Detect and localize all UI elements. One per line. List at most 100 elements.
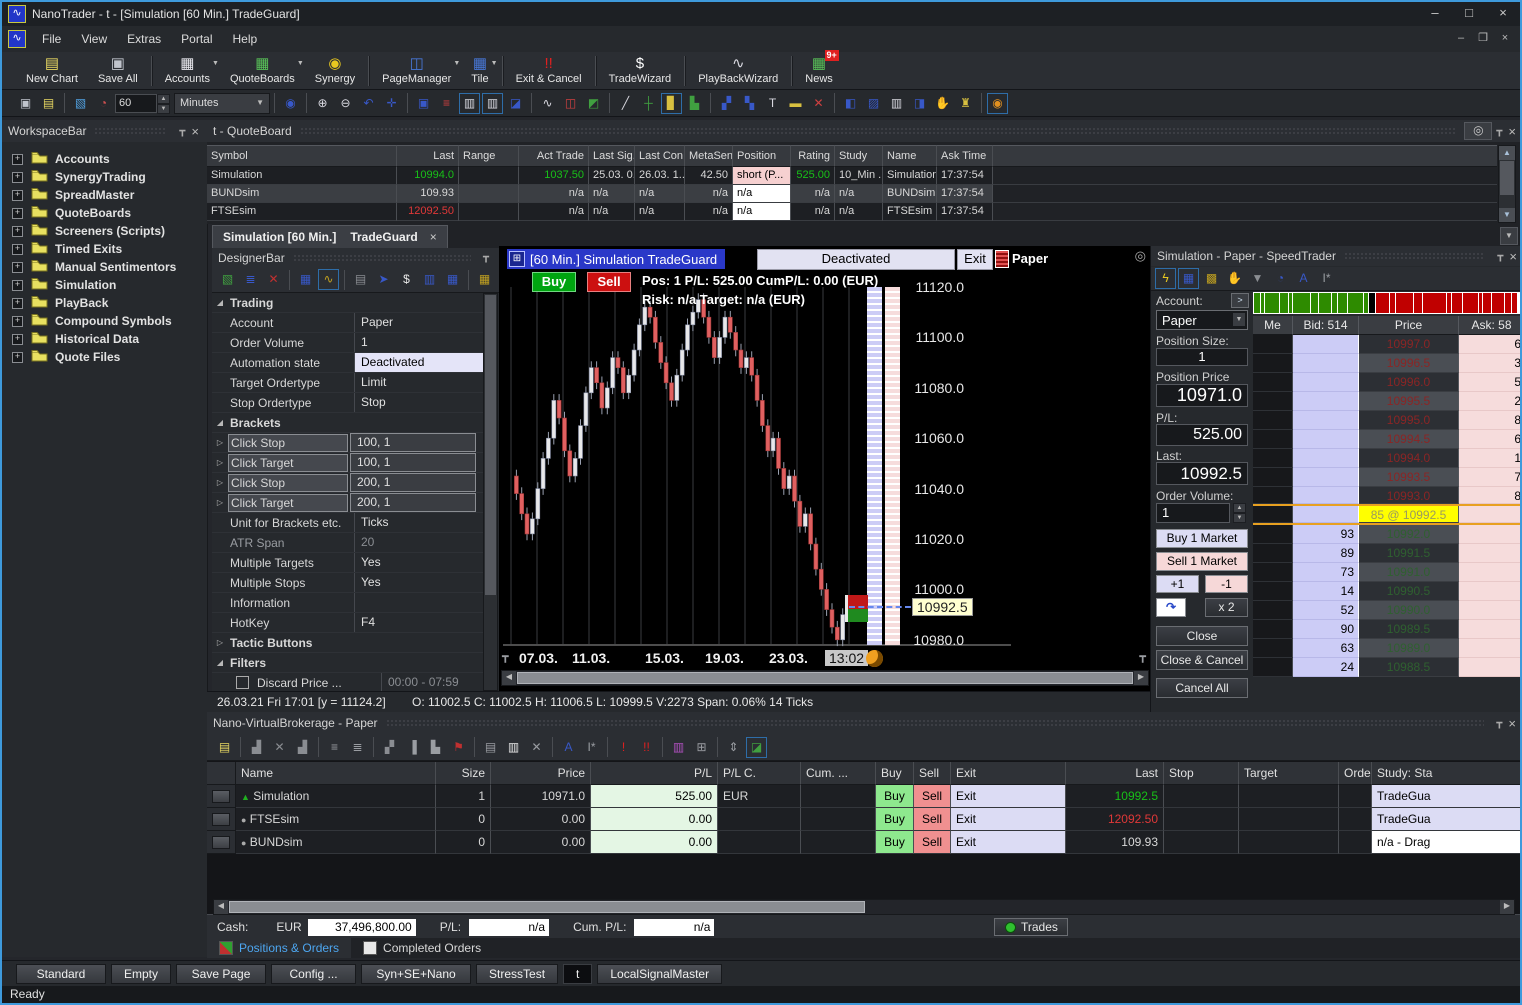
ladder-row[interactable]: 2410988.5 xyxy=(1253,658,1522,677)
panel-right-icon[interactable]: ◨ xyxy=(909,93,930,114)
bid-size-cell[interactable] xyxy=(1293,373,1359,392)
ladder-row[interactable]: 6310989.0 xyxy=(1253,639,1522,658)
chevron-down-icon[interactable]: ▼ xyxy=(297,60,304,67)
drag-area[interactable] xyxy=(293,254,471,262)
page-tab-empty[interactable]: Empty xyxy=(111,964,171,984)
strategy-icon[interactable]: ▞ xyxy=(379,737,400,758)
y-axis-icon[interactable]: ▥ xyxy=(482,93,503,114)
ladder-row[interactable]: 10997.06 xyxy=(1253,335,1522,354)
column-header-buy[interactable]: Buy xyxy=(876,762,914,785)
filter-chart-icon[interactable]: ◪ xyxy=(746,737,767,758)
price-cell[interactable]: 10989.0 xyxy=(1359,639,1459,658)
scroll-right-icon[interactable]: ▶ xyxy=(1134,671,1148,685)
text-icon[interactable]: T xyxy=(762,93,783,114)
page-tab-localsignalmaster[interactable]: LocalSignalMaster xyxy=(597,964,722,984)
property-row-account[interactable]: AccountPaper xyxy=(212,313,484,333)
column-header-p-l[interactable]: P/L xyxy=(591,762,718,785)
expand-plus-icon[interactable]: + xyxy=(12,172,23,183)
column-header-symbol[interactable]: Symbol xyxy=(207,145,397,167)
sell-market-button[interactable]: Sell 1 Market xyxy=(1156,552,1248,571)
bid-size-cell[interactable] xyxy=(1293,449,1359,468)
bid-size-cell[interactable] xyxy=(1293,468,1359,487)
expand-arrow-icon[interactable]: ▷ xyxy=(212,498,228,507)
table-icon[interactable]: ▦ xyxy=(442,269,463,290)
cell[interactable]: Buy xyxy=(876,785,914,808)
drag-area[interactable] xyxy=(94,127,167,135)
menu-file[interactable]: File xyxy=(32,28,71,50)
arrow-down-icon[interactable]: ▼ xyxy=(1247,268,1268,289)
ask-size-cell[interactable]: 3 xyxy=(1459,354,1522,373)
bid-size-cell[interactable] xyxy=(1293,354,1359,373)
account-select[interactable]: Paper ▼ xyxy=(1156,310,1248,330)
delete-x-icon[interactable]: ✕ xyxy=(526,737,547,758)
expand-plus-icon[interactable]: + xyxy=(12,244,23,255)
bid-size-cell[interactable]: 63 xyxy=(1293,639,1359,658)
column-header-act-trade[interactable]: Act Trade xyxy=(519,145,589,167)
position-size-field[interactable]: 1 xyxy=(1156,348,1248,366)
minimize-button[interactable]: – xyxy=(1418,3,1452,25)
ladder-row[interactable]: 9010989.5 xyxy=(1253,620,1522,639)
me-cell[interactable] xyxy=(1253,487,1293,504)
flash-icon[interactable]: ϟ xyxy=(1155,268,1176,289)
ask-size-cell[interactable]: 8 xyxy=(1459,411,1522,430)
ask-size-cell[interactable]: 8 xyxy=(1459,487,1522,504)
price-cell[interactable]: 10993.5 xyxy=(1359,468,1459,487)
ask-size-cell[interactable] xyxy=(1459,639,1522,658)
cell[interactable]: Exit xyxy=(951,831,1066,854)
property-row-brackets[interactable]: ◢Brackets xyxy=(212,413,484,433)
workspace-item-screeners-scripts-[interactable]: +Screeners (Scripts) xyxy=(2,222,207,240)
draw-down-icon[interactable]: ▚ xyxy=(739,93,760,114)
me-cell[interactable] xyxy=(1253,563,1293,582)
property-row-click-target[interactable]: ▷Click Target100, 1 xyxy=(212,453,484,473)
list-icon[interactable]: ≣ xyxy=(240,269,261,290)
ladder-row[interactable]: 10993.57 xyxy=(1253,468,1522,487)
property-value[interactable] xyxy=(354,593,484,612)
tab-simulation-tradeguard[interactable]: Simulation [60 Min.] TradeGuard × xyxy=(212,225,448,248)
keyboard-icon[interactable]: ▩ xyxy=(1201,268,1222,289)
page-tab-standard[interactable]: Standard xyxy=(16,964,106,984)
me-cell[interactable] xyxy=(1253,392,1293,411)
column-header-cum-[interactable]: Cum. ... xyxy=(801,762,876,785)
property-row-order-volume[interactable]: Order Volume1 xyxy=(212,333,484,353)
expand-arrow-icon[interactable]: ▷ xyxy=(212,458,228,467)
property-row-atr-span[interactable]: ATR Span20 xyxy=(212,533,484,553)
mdi-restore-button[interactable]: ❐ xyxy=(1472,30,1494,48)
column-header-last[interactable]: Last xyxy=(1066,762,1164,785)
menu-view[interactable]: View xyxy=(71,28,117,50)
minus-one-button[interactable]: -1 xyxy=(1205,575,1248,593)
page-tab-t[interactable]: t xyxy=(563,964,592,984)
tab-completed-orders[interactable]: Completed Orders xyxy=(351,938,493,958)
ladder-row[interactable]: 9310992.0 xyxy=(1253,525,1522,544)
expand-arrow-icon[interactable]: ▷ xyxy=(212,438,228,447)
expand-plus-icon[interactable]: + xyxy=(12,316,23,327)
sell-button[interactable]: Sell xyxy=(587,272,631,292)
bid-size-cell[interactable]: 14 xyxy=(1293,582,1359,601)
zoom-out-icon[interactable]: ⊖ xyxy=(335,93,356,114)
column-header-study[interactable]: Study xyxy=(835,145,883,167)
property-row-hotkey[interactable]: HotKeyF4 xyxy=(212,613,484,633)
close-icon[interactable]: × xyxy=(1509,249,1517,264)
workspace-item-timed-exits[interactable]: +Timed Exits xyxy=(2,240,207,258)
workspace-item-historical-data[interactable]: +Historical Data xyxy=(2,330,207,348)
mdi-minimize-button[interactable]: – xyxy=(1450,30,1472,48)
property-row-discard-price-[interactable]: Discard Price ...00:00 - 07:59 xyxy=(212,673,484,691)
property-value[interactable]: Limit xyxy=(354,373,484,392)
bid-size-cell[interactable] xyxy=(1293,430,1359,449)
chevron-down-icon[interactable]: ▼ xyxy=(212,60,219,67)
me-cell[interactable] xyxy=(1253,430,1293,449)
ask-size-cell[interactable] xyxy=(1459,544,1522,563)
pin-icon[interactable]: ┳ xyxy=(483,252,489,263)
alarm-icon[interactable]: ◉ xyxy=(280,93,301,114)
column-header-metasen-[interactable]: MetaSen... xyxy=(685,145,733,167)
workspace-item-quote-files[interactable]: +Quote Files xyxy=(2,348,207,366)
candlestick-chart[interactable] xyxy=(499,246,1150,648)
alert-double-icon[interactable]: !! xyxy=(636,737,657,758)
price-cell[interactable]: 10996.5 xyxy=(1359,354,1459,373)
rows2-icon[interactable]: ≣ xyxy=(347,737,368,758)
chart-small-icon[interactable]: ▟ xyxy=(246,737,267,758)
ladder-row[interactable]: 10994.56 xyxy=(1253,430,1522,449)
ladder-row[interactable]: 10996.53 xyxy=(1253,354,1522,373)
me-cell[interactable] xyxy=(1253,582,1293,601)
price-cell[interactable]: 10994.5 xyxy=(1359,430,1459,449)
bid-size-cell[interactable] xyxy=(1293,506,1359,523)
